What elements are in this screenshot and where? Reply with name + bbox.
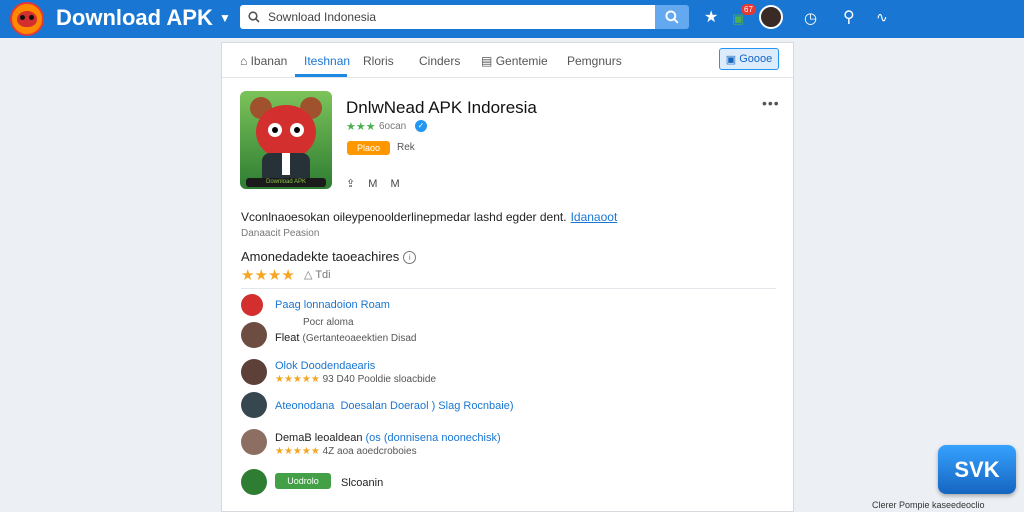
tab-0[interactable]: ⌂ Ibanan: [240, 54, 287, 68]
price-badge: Plaoo: [347, 141, 390, 155]
action-label-1[interactable]: M: [368, 178, 377, 190]
reviews-heading: Amonedadekte taoeachires i: [241, 249, 417, 265]
badge-label: Rek: [397, 142, 415, 153]
reviewer-name: Ateonodana Doesalan Doeraol ) Slag Rocnb…: [275, 400, 514, 412]
avatar: [241, 469, 267, 495]
tab-2[interactable]: Rloris: [363, 54, 394, 68]
description-link[interactable]: Idanaoot: [571, 210, 618, 224]
chevron-down-icon[interactable]: ▼: [219, 11, 231, 25]
thumbs-icon[interactable]: △: [304, 269, 312, 281]
info-icon[interactable]: i: [403, 251, 417, 265]
user-avatar[interactable]: [759, 5, 783, 29]
description: Vconlnaoesokan oileypenoolderlinepmedar …: [241, 210, 617, 224]
reviewer-name[interactable]: Olok Doodendaearis: [275, 360, 375, 372]
search-bar: [240, 5, 655, 29]
brand-logo-icon[interactable]: [10, 2, 44, 36]
tab-4[interactable]: ▤ Gentemie: [481, 54, 548, 68]
description-sub: Danaacit Peasion: [241, 228, 320, 239]
tab-1[interactable]: Iteshnan: [304, 54, 350, 68]
tab-3[interactable]: Cinders: [419, 54, 460, 68]
app-icon-label: Download APK: [246, 178, 326, 187]
share-icon[interactable]: ⇪: [346, 178, 355, 190]
search-icon: [665, 10, 679, 24]
reviews-extra: △ Tdi: [304, 269, 331, 281]
search-button[interactable]: [655, 5, 689, 29]
tab-5[interactable]: Pemgnurs: [567, 54, 622, 68]
corner-caption: Clerer Pompie kaseedeoclio: [872, 500, 985, 510]
status-badge[interactable]: Uodrolo: [275, 473, 331, 489]
app-title: DnlwNead APK Indoresia: [346, 98, 537, 117]
rating-stars: ★★★: [346, 121, 376, 133]
rating-label: 6ocan: [379, 121, 407, 132]
reviewer-sub: ★★★★★ 93 D40 Pooldie sloacbide: [275, 374, 437, 385]
action-row: ⇪ M M: [346, 177, 410, 190]
open-button[interactable]: ▣ Goooe: [719, 48, 779, 70]
brand-title[interactable]: Download APK: [56, 5, 213, 31]
action-label-2[interactable]: M: [391, 178, 400, 190]
search-input[interactable]: [266, 9, 650, 25]
clock-icon[interactable]: ◷: [804, 9, 817, 29]
avatar: [241, 294, 263, 316]
reviewer-name[interactable]: Paag lonnadoion Roam: [275, 299, 390, 311]
description-text: Vconlnaoesokan oileypenoolderlinepmedar …: [241, 210, 567, 224]
window-icon: ▣: [725, 53, 740, 66]
search-icon: [248, 11, 260, 23]
home-icon: ⌂: [240, 54, 248, 68]
reviews-stars: ★★★★: [241, 267, 295, 284]
reviewer-name: DemaB leoaldean (os (donnisena noonechis…: [275, 432, 501, 444]
verified-icon: ✓: [415, 120, 427, 132]
top-bar: Download APK ▼ ★ ▣ 67 ◷ ⚲ ∿: [0, 0, 1024, 38]
reviewer-sub: Pocr aloma: [303, 317, 354, 328]
star-icon[interactable]: ★: [704, 8, 718, 28]
reviewer-sub: ★★★★★ 4Z aoa aoedcroboies: [275, 446, 417, 457]
active-tab-indicator: [295, 74, 347, 77]
app-icon: Download APK: [240, 91, 332, 189]
reviewer-name: Slcoanin: [341, 477, 384, 489]
notification-badge: 67: [741, 4, 756, 15]
avatar: [241, 429, 267, 455]
tab-bar: ⌂ Ibanan Iteshnan Rloris Cinders ▤ Gente…: [222, 43, 793, 78]
zoom-icon[interactable]: ⚲: [843, 8, 855, 28]
app-detail-panel: ⌂ Ibanan Iteshnan Rloris Cinders ▤ Gente…: [221, 42, 794, 512]
more-options-icon[interactable]: •••: [762, 95, 780, 111]
avatar: [241, 392, 267, 418]
grid-icon: ▤: [481, 54, 493, 68]
activity-icon[interactable]: ∿: [876, 7, 888, 27]
avatar: [241, 359, 267, 385]
reviewer-name: Fleat (Gertanteoaeektien Disad: [275, 332, 417, 344]
floating-app-badge[interactable]: SVK: [938, 445, 1016, 494]
avatar: [241, 322, 267, 348]
divider: [241, 288, 776, 289]
